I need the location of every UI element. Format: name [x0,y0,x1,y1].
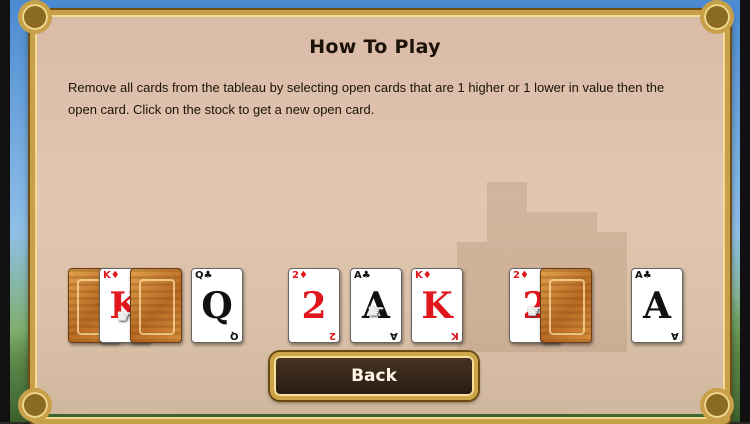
hand-pointer-icon: ☛ [367,299,385,323]
card-ace-clubs[interactable]: A♣ A A ☛ [350,268,402,343]
card-king-diamonds[interactable]: K♦ K K [411,268,463,343]
card-queen-clubs[interactable]: Q♣ Q Q [191,268,243,343]
card-rank: Q [201,285,233,327]
stock-pile[interactable] [540,268,592,343]
card-rank: K [421,285,453,327]
right-edge [740,0,750,422]
frame-corner-ornament [18,388,52,422]
card-two-diamonds[interactable]: 2♦ 2 2 [288,268,340,343]
frame-corner-ornament [700,388,734,422]
face-down-card [130,268,182,343]
frame-corner-ornament [700,0,734,34]
card-rank: A [643,285,671,327]
back-button[interactable]: Back [270,352,478,400]
frame-corner-ornament [18,0,52,34]
open-card-ace-clubs: A♣ A A [631,268,683,343]
dialog-title: How To Play [309,36,441,58]
instructions-text: Remove all cards from the tableau by sel… [68,80,665,117]
card-rank: 2 [301,285,327,327]
left-edge [0,0,10,422]
